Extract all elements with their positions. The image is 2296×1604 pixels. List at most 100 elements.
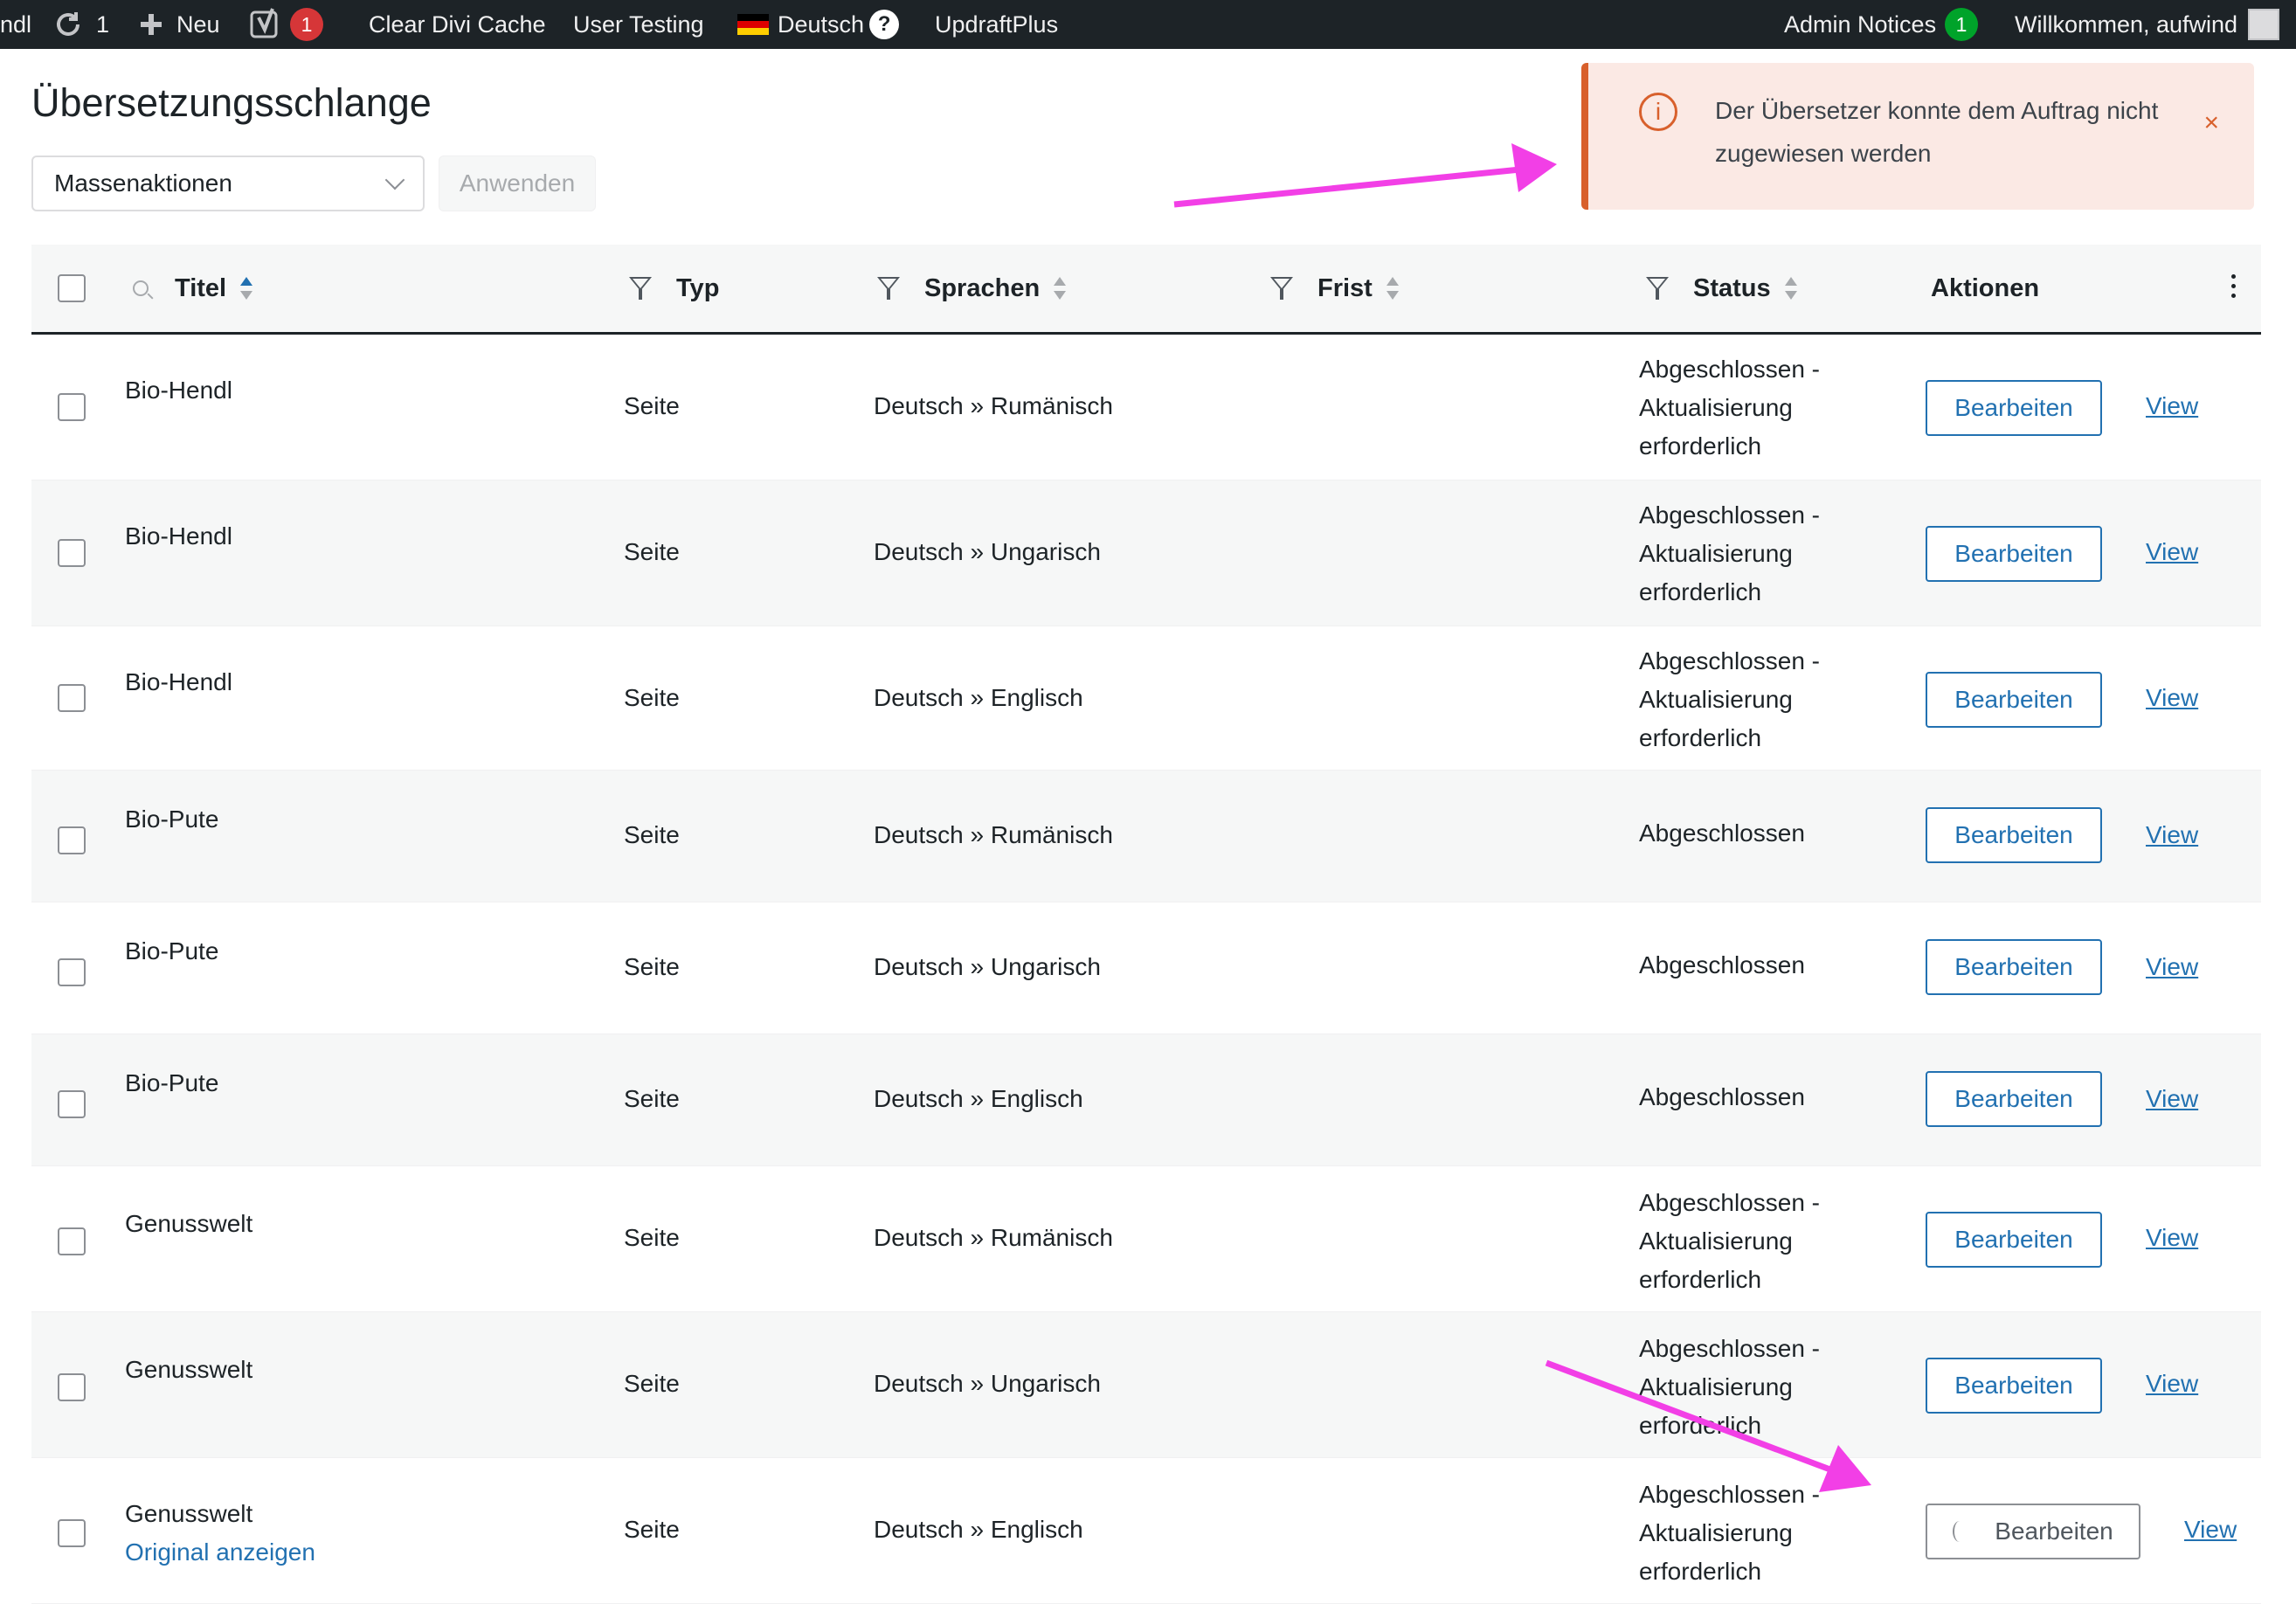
table-row: Bio-Pute Seite Deutsch » Ungarisch Abges… [31, 902, 2261, 1034]
language-label: Deutsch [778, 10, 865, 38]
row-title[interactable]: Bio-Pute [125, 1069, 218, 1097]
updates-link[interactable]: 1 [52, 0, 109, 49]
plus-icon [141, 14, 162, 35]
table-header: Titel Typ Sprachen Frist Status Aktionen [31, 245, 2261, 335]
edit-button[interactable]: Bearbeiten [1926, 380, 2102, 436]
edit-button[interactable]: Bearbeiten [1926, 1212, 2102, 1268]
table-row: Bio-Pute Seite Deutsch » Rumänisch Abges… [31, 771, 2261, 902]
sort-icon[interactable] [1054, 277, 1067, 300]
welcome-label: Willkommen, aufwind [2015, 10, 2238, 38]
column-languages[interactable]: Sprachen [877, 245, 1067, 332]
edit-button[interactable]: Bearbeiten [1926, 672, 2102, 728]
user-testing-label: User Testing [573, 10, 704, 38]
column-actions: Aktionen [1931, 245, 2039, 332]
row-checkbox[interactable] [58, 393, 86, 421]
admin-notices-link[interactable]: Admin Notices 1 [1784, 0, 1979, 49]
row-languages: Deutsch » Ungarisch [874, 953, 1101, 980]
column-deadline-label: Frist [1317, 273, 1373, 302]
sort-icon[interactable] [240, 277, 253, 300]
table-row: Genusswelt Seite Deutsch » Ungarisch Abg… [31, 1312, 2261, 1458]
table-row: Bio-Hendl Seite Deutsch » Rumänisch Abge… [31, 335, 2261, 481]
row-checkbox[interactable] [58, 1227, 86, 1255]
view-link[interactable]: View [2146, 1370, 2198, 1398]
more-options-icon[interactable] [2231, 274, 2237, 303]
column-languages-label: Sprachen [924, 273, 1041, 302]
filter-icon[interactable] [1646, 275, 1669, 301]
new-content-link[interactable]: Neu [138, 0, 220, 49]
row-title[interactable]: Bio-Pute [125, 805, 218, 833]
bulk-actions-select[interactable]: Massenaktionen [31, 156, 425, 211]
edit-button-loading[interactable]: Bearbeiten [1926, 1504, 2140, 1559]
yoast-icon [250, 8, 278, 38]
row-title[interactable]: Genusswelt [125, 1356, 252, 1384]
row-status: Abgeschlossen - Aktualisierung erforderl… [1639, 1335, 1821, 1439]
row-languages: Deutsch » Englisch [874, 684, 1083, 711]
row-status: Abgeschlossen - Aktualisierung erforderl… [1639, 1189, 1821, 1293]
updraftplus-link[interactable]: UpdraftPlus [935, 0, 1058, 49]
row-status: Abgeschlossen - Aktualisierung erforderl… [1639, 356, 1821, 460]
column-deadline[interactable]: Frist [1270, 245, 1399, 332]
table-row: Genusswelt Seite Deutsch » Rumänisch Abg… [31, 1166, 2261, 1312]
edit-button[interactable]: Bearbeiten [1926, 807, 2102, 863]
row-checkbox[interactable] [58, 826, 86, 854]
help-icon[interactable]: ? [869, 10, 900, 39]
clear-divi-cache-link[interactable]: Clear Divi Cache [369, 0, 546, 49]
row-checkbox[interactable] [58, 1373, 86, 1401]
edit-button[interactable]: Bearbeiten [1926, 1358, 2102, 1414]
view-link[interactable]: View [2146, 392, 2198, 420]
column-status[interactable]: Status [1646, 245, 1797, 332]
yoast-badge: 1 [290, 8, 323, 41]
row-title[interactable]: Genusswelt [125, 1210, 252, 1238]
user-testing-link[interactable]: User Testing [573, 0, 704, 49]
row-status: Abgeschlossen [1639, 819, 1805, 847]
row-title[interactable]: Genusswelt [125, 1500, 252, 1528]
spinner-icon [1953, 1521, 1967, 1542]
notice-message: Der Übersetzer konnte dem Auftrag nicht … [1715, 97, 2159, 167]
row-title[interactable]: Bio-Hendl [125, 377, 232, 404]
view-link[interactable]: View [2146, 538, 2198, 566]
row-status: Abgeschlossen - Aktualisierung erforderl… [1639, 647, 1821, 751]
row-checkbox[interactable] [58, 958, 86, 986]
sort-icon[interactable] [1784, 277, 1797, 300]
view-link[interactable]: View [2146, 684, 2198, 712]
row-checkbox[interactable] [58, 1519, 86, 1547]
row-checkbox[interactable] [58, 539, 86, 567]
row-title[interactable]: Bio-Pute [125, 937, 218, 965]
close-icon[interactable]: × [2203, 108, 2219, 138]
row-checkbox[interactable] [58, 684, 86, 712]
column-type[interactable]: Typ [629, 245, 719, 332]
search-icon[interactable] [133, 280, 149, 296]
filter-icon[interactable] [629, 275, 652, 301]
view-link[interactable]: View [2146, 1085, 2198, 1113]
site-name-link[interactable]: ndl [0, 0, 31, 49]
edit-button[interactable]: Bearbeiten [1926, 939, 2102, 995]
filter-icon[interactable] [877, 275, 900, 301]
account-menu[interactable]: Willkommen, aufwind [2015, 0, 2280, 49]
admin-notices-label: Admin Notices [1784, 10, 1937, 38]
row-languages: Deutsch » Englisch [874, 1516, 1083, 1543]
sort-icon[interactable] [1386, 277, 1399, 300]
select-all-checkbox[interactable] [58, 274, 86, 302]
edit-button[interactable]: Bearbeiten [1926, 526, 2102, 582]
row-title[interactable]: Bio-Hendl [125, 522, 232, 550]
view-link[interactable]: View [2146, 1224, 2198, 1252]
row-title[interactable]: Bio-Hendl [125, 668, 232, 696]
yoast-menu[interactable]: 1 [250, 0, 323, 49]
row-languages: Deutsch » Rumänisch [874, 1224, 1113, 1251]
row-checkbox[interactable] [58, 1090, 86, 1118]
apply-button[interactable]: Anwenden [439, 156, 596, 211]
arrow-to-notice [1173, 143, 1557, 208]
view-link[interactable]: View [2146, 953, 2198, 981]
row-status: Abgeschlossen [1639, 951, 1805, 978]
edit-button[interactable]: Bearbeiten [1926, 1071, 2102, 1127]
filter-icon[interactable] [1270, 275, 1293, 301]
language-switcher[interactable]: Deutsch ? [737, 0, 900, 49]
row-type: Seite [624, 392, 680, 419]
original-view-link[interactable]: Original anzeigen [125, 1538, 315, 1566]
column-title[interactable]: Titel [133, 245, 253, 332]
row-languages: Deutsch » Rumänisch [874, 821, 1113, 848]
table-row: Bio-Hendl Seite Deutsch » Englisch Abges… [31, 626, 2261, 771]
view-link[interactable]: View [2146, 821, 2198, 849]
view-link[interactable]: View [2184, 1516, 2237, 1544]
new-label: Neu [176, 10, 220, 38]
